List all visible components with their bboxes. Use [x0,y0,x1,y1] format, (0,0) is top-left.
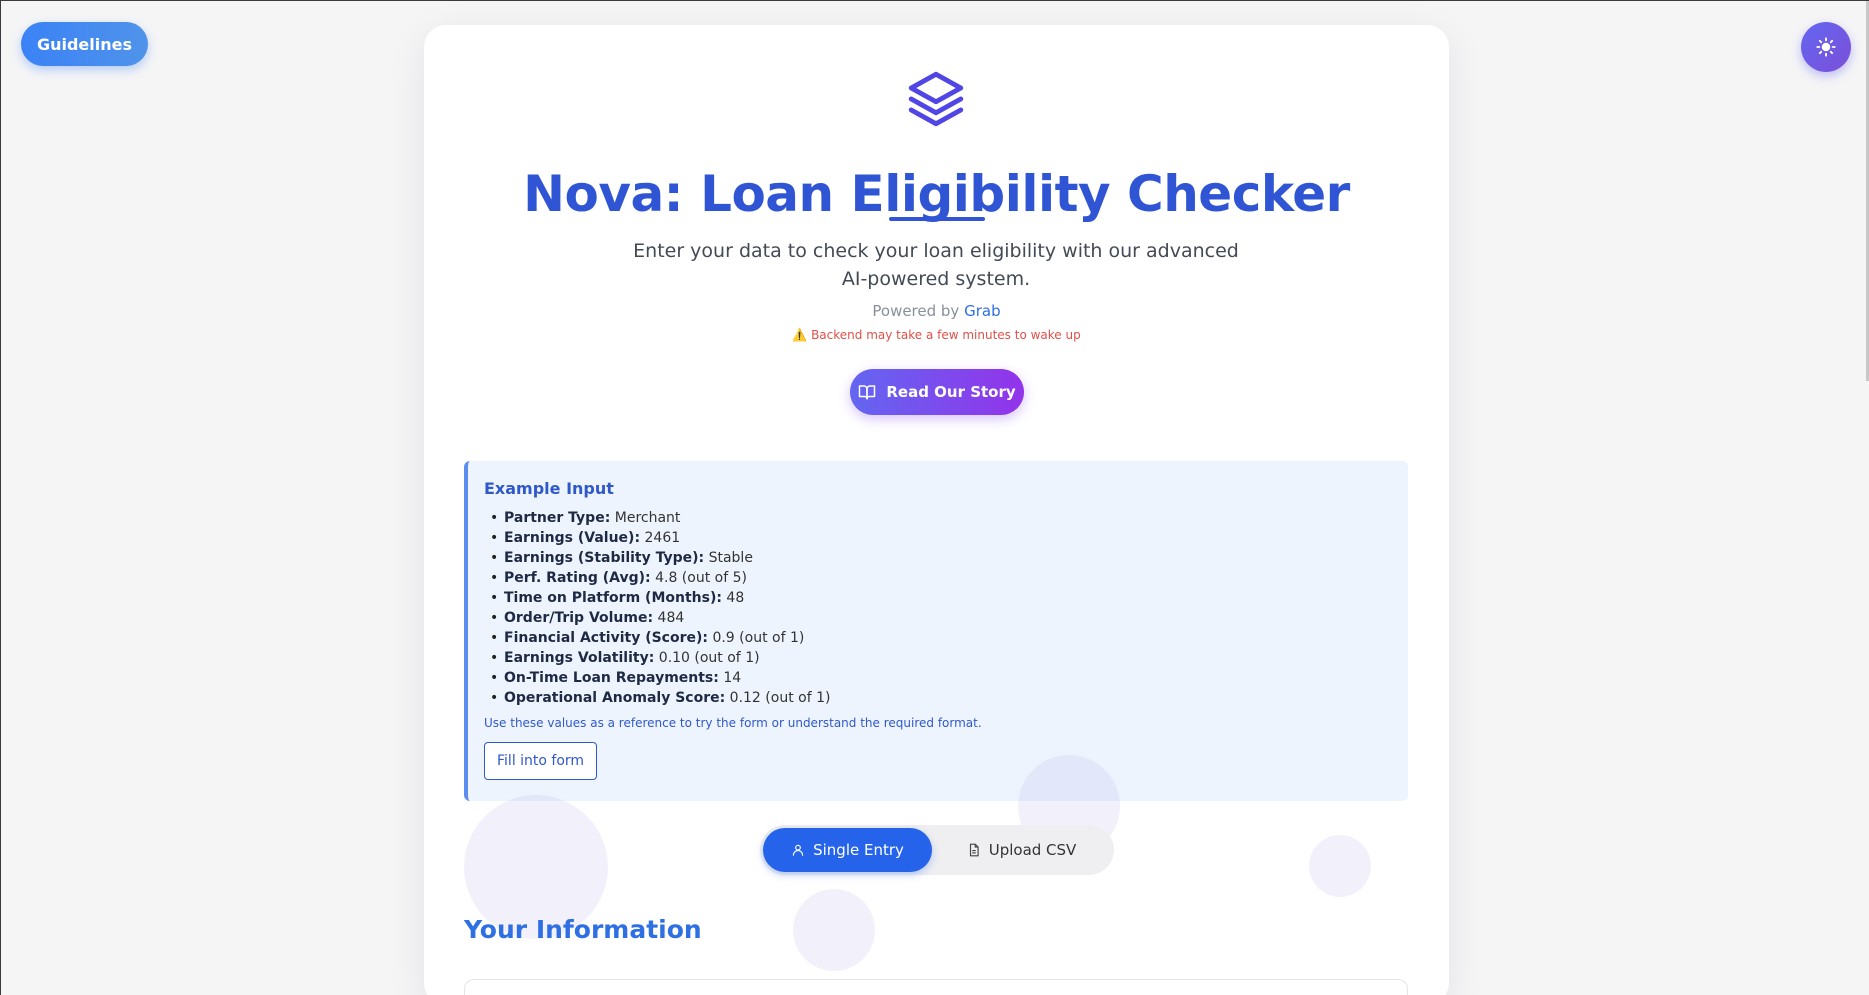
tab-single-entry[interactable]: Single Entry [763,828,933,872]
example-list: Partner Type: Merchant Earnings (Value):… [490,508,1392,708]
powered-by-brand-link[interactable]: Grab [964,302,1001,320]
single-entry-label: Single Entry [813,841,904,859]
item-value: 4.8 (out of 5) [655,570,747,586]
item-value: 0.10 (out of 1) [658,650,760,666]
list-item: Financial Activity (Score): 0.9 (out of … [490,628,1392,648]
item-value: 484 [657,610,685,626]
main-card: Nova: Loan Eligibility Checker Enter you… [424,25,1449,995]
list-item: Earnings (Stability Type): Stable [490,548,1392,568]
layers-icon [908,71,964,127]
entry-mode-toggle: Single Entry Upload CSV [760,825,1114,875]
page-title: Nova: Loan Eligibility Checker [523,165,1350,223]
item-value: 0.9 (out of 1) [712,630,805,646]
item-key: Partner Type: [504,510,611,526]
item-key: Earnings (Stability Type): [504,550,705,566]
decorative-circle [793,889,875,971]
example-input-panel: Example Input Partner Type: Merchant Ear… [464,461,1408,801]
list-item: Order/Trip Volume: 484 [490,608,1392,628]
item-value: Stable [708,550,753,566]
page-subtitle: Enter your data to check your loan eligi… [633,240,1239,290]
tab-upload-csv[interactable]: Upload CSV [932,828,1111,872]
book-icon [859,385,876,400]
item-key: Operational Anomaly Score: [504,690,726,706]
item-key: Financial Activity (Score): [504,630,708,646]
upload-csv-label: Upload CSV [988,841,1077,859]
list-item: Earnings Volatility: 0.10 (out of 1) [490,648,1392,668]
warning-icon: ⚠️ [792,328,808,342]
item-key: Earnings Volatility: [504,650,655,666]
section-title-your-information: Your Information [464,915,702,944]
read-story-button[interactable]: Read Our Story [850,369,1024,415]
user-icon [792,844,804,856]
decorative-circle [1309,835,1371,897]
list-item: Operational Anomaly Score: 0.12 (out of … [490,688,1392,708]
item-key: Perf. Rating (Avg): [504,570,651,586]
example-title: Example Input [484,479,614,498]
item-value: 2461 [644,530,681,546]
item-key: On-Time Loan Repayments: [504,670,719,686]
item-value: 0.12 (out of 1) [729,690,831,706]
form-container [464,979,1408,995]
item-value: 48 [726,590,745,606]
example-note: Use these values as a reference to try t… [484,716,982,730]
item-key: Earnings (Value): [504,530,641,546]
theme-toggle-button[interactable] [1801,22,1851,72]
file-icon [969,843,979,857]
list-item: On-Time Loan Repayments: 14 [490,668,1392,688]
item-key: Order/Trip Volume: [504,610,654,626]
item-value: Merchant [614,510,681,526]
powered-by-label: Powered by [872,302,960,320]
read-story-label: Read Our Story [886,383,1016,401]
warning-text: Backend may take a few minutes to wake u… [811,328,1081,342]
list-item: Time on Platform (Months): 48 [490,588,1392,608]
title-underline [889,217,985,221]
item-key: Time on Platform (Months): [504,590,722,606]
fill-into-form-button[interactable]: Fill into form [484,742,598,780]
item-value: 14 [723,670,742,686]
list-item: Partner Type: Merchant [490,508,1392,528]
list-item: Perf. Rating (Avg): 4.8 (out of 5) [490,568,1392,588]
guidelines-button[interactable]: Guidelines [21,22,148,66]
list-item: Earnings (Value): 2461 [490,528,1392,548]
powered-by: Powered by Grab [424,302,1449,320]
backend-warning: ⚠️ Backend may take a few minutes to wak… [424,328,1449,342]
sun-icon [1816,37,1836,57]
